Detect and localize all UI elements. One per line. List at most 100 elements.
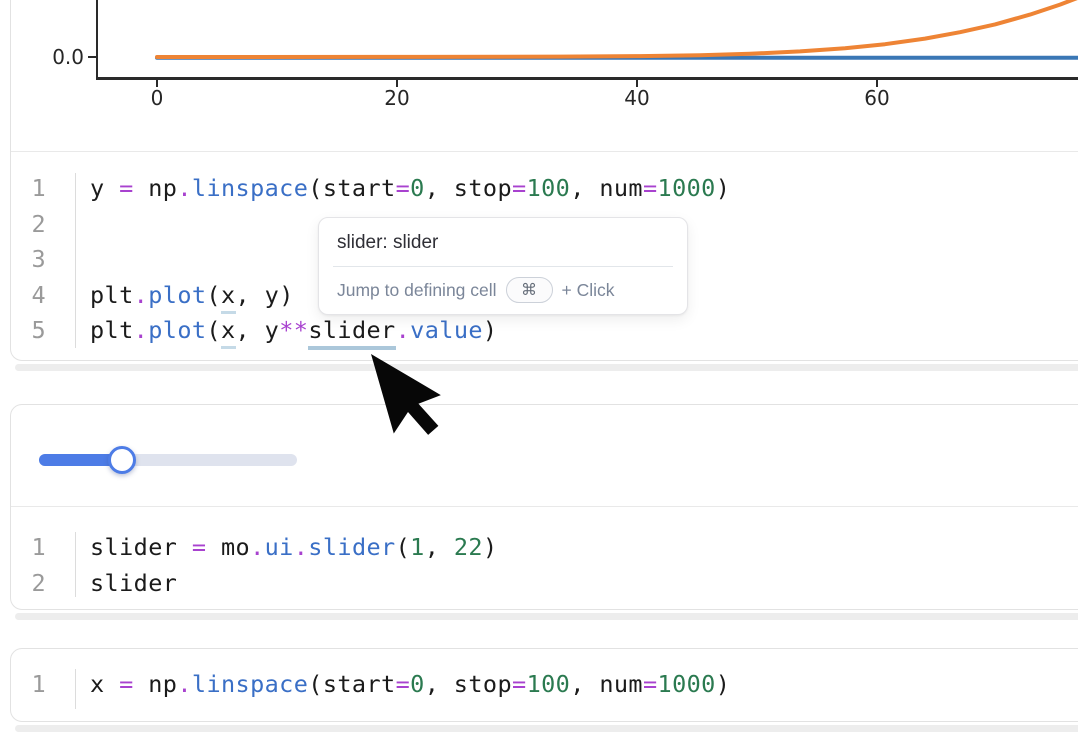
code-token: . xyxy=(177,174,192,202)
code-token: ) xyxy=(716,174,731,202)
line-number: 2 xyxy=(11,207,46,243)
line-number: 4 xyxy=(11,278,46,314)
code-token: ui xyxy=(265,533,294,561)
code-token: = xyxy=(119,174,148,202)
code-token: , num xyxy=(570,670,643,698)
matplotlib-figure: 0.0 0 20 40 60 xyxy=(0,0,1078,153)
code-token: ( xyxy=(206,281,221,309)
line-number-gutter: 1 xyxy=(11,667,75,703)
code-token: y xyxy=(90,174,119,202)
code-token: ) xyxy=(483,316,498,344)
code-token: , xyxy=(425,533,454,561)
code-token: (start xyxy=(308,174,395,202)
code-token: . xyxy=(177,670,192,698)
code-token: = xyxy=(512,174,527,202)
code-lines[interactable]: slider = mo.ui.slider(1, 22)slider xyxy=(76,530,498,601)
code-token: plot xyxy=(148,316,206,344)
code-token: plt xyxy=(90,316,134,344)
code-token: 0 xyxy=(410,670,425,698)
code-token: , stop xyxy=(425,670,512,698)
x-tick-label: 40 xyxy=(607,86,667,110)
line-number-gutter: 12 xyxy=(11,530,75,601)
line-number-gutter: 12345 xyxy=(11,171,75,349)
code-token: , stop xyxy=(425,174,512,202)
code-token: = xyxy=(643,174,658,202)
code-token: . xyxy=(250,533,265,561)
code-token: 1000 xyxy=(658,174,716,202)
code-token: . xyxy=(134,281,149,309)
series-orange-line xyxy=(157,0,1078,57)
tooltip-divider xyxy=(333,266,673,267)
code-token: ** xyxy=(279,316,308,344)
x-axis-spine xyxy=(96,77,1078,80)
cell-x-definition: 1x = np.linspace(start=0, stop=100, num=… xyxy=(10,648,1078,722)
line-number: 1 xyxy=(11,530,46,566)
code-token: linspace xyxy=(192,670,308,698)
code-token: slider xyxy=(90,533,192,561)
code-editor-3[interactable]: 1x = np.linspace(start=0, stop=100, num=… xyxy=(11,649,1078,721)
code-token: 22 xyxy=(454,533,483,561)
code-token: = xyxy=(396,670,411,698)
code-line[interactable]: slider xyxy=(90,566,498,602)
variable-hover-tooltip: slider: slider Jump to defining cell ⌘ +… xyxy=(318,217,688,315)
code-token: . xyxy=(134,316,149,344)
code-token: . xyxy=(294,533,309,561)
code-lines[interactable]: x = np.linspace(start=0, stop=100, num=1… xyxy=(76,667,730,703)
line-number: 2 xyxy=(11,566,46,602)
tooltip-hint-row: Jump to defining cell ⌘ + Click xyxy=(337,277,669,303)
code-editor-2[interactable]: 12slider = mo.ui.slider(1, 22)slider xyxy=(11,506,1078,609)
y-tick-mark xyxy=(88,56,97,58)
slider-track[interactable] xyxy=(39,454,297,466)
tooltip-click-suffix: + Click xyxy=(562,280,615,301)
code-token: ) xyxy=(483,533,498,561)
y-tick-label: 0.0 xyxy=(28,45,84,69)
x-tick-label: 0 xyxy=(127,86,187,110)
code-token: , num xyxy=(570,174,643,202)
code-token: = xyxy=(119,670,148,698)
code-line[interactable]: plt.plot(x, y**slider.value) xyxy=(90,313,730,349)
code-token: mo xyxy=(221,533,250,561)
code-token: = xyxy=(512,670,527,698)
code-token: slider xyxy=(308,316,395,350)
code-token: slider xyxy=(90,569,177,597)
code-token: ( xyxy=(206,316,221,344)
code-token: plot xyxy=(148,281,206,309)
jump-to-defining-cell-link[interactable]: Jump to defining cell xyxy=(337,280,497,301)
code-token: = xyxy=(192,533,221,561)
slider-handle[interactable] xyxy=(108,446,136,474)
code-token: . xyxy=(396,316,411,344)
marimo-notebook: 12345y = np.linspace(start=0, stop=100, … xyxy=(0,0,1078,746)
code-token: linspace xyxy=(192,174,308,202)
tooltip-title: slider: slider xyxy=(337,232,669,254)
code-line[interactable]: slider = mo.ui.slider(1, 22) xyxy=(90,530,498,566)
x-tick-label: 20 xyxy=(367,86,427,110)
command-key-badge: ⌘ xyxy=(506,277,553,303)
code-token: x xyxy=(90,670,119,698)
code-token: = xyxy=(396,174,411,202)
code-token: x xyxy=(221,316,236,349)
code-token: np xyxy=(148,174,177,202)
line-number: 3 xyxy=(11,242,46,278)
code-token: value xyxy=(410,316,483,344)
code-token: 1 xyxy=(410,533,425,561)
code-token: x xyxy=(221,281,236,314)
code-line[interactable]: y = np.linspace(start=0, stop=100, num=1… xyxy=(90,171,730,207)
mouse-cursor-icon xyxy=(371,354,481,464)
x-tick-label: 60 xyxy=(847,86,907,110)
code-token: 1000 xyxy=(658,670,716,698)
code-token: = xyxy=(643,670,658,698)
code-token: , y) xyxy=(236,281,294,309)
code-token: (start xyxy=(308,670,395,698)
cell-slider: 12slider = mo.ui.slider(1, 22)slider xyxy=(10,404,1078,610)
code-token: ( xyxy=(396,533,411,561)
code-token: 100 xyxy=(527,670,571,698)
line-number: 5 xyxy=(11,313,46,349)
y-axis-spine xyxy=(96,0,98,79)
line-number: 1 xyxy=(11,171,46,207)
code-token: plt xyxy=(90,281,134,309)
code-line[interactable]: x = np.linspace(start=0, stop=100, num=1… xyxy=(90,667,730,703)
code-token: np xyxy=(148,670,177,698)
code-token: , y xyxy=(236,316,280,344)
code-token: slider xyxy=(308,533,395,561)
code-token: 0 xyxy=(410,174,425,202)
